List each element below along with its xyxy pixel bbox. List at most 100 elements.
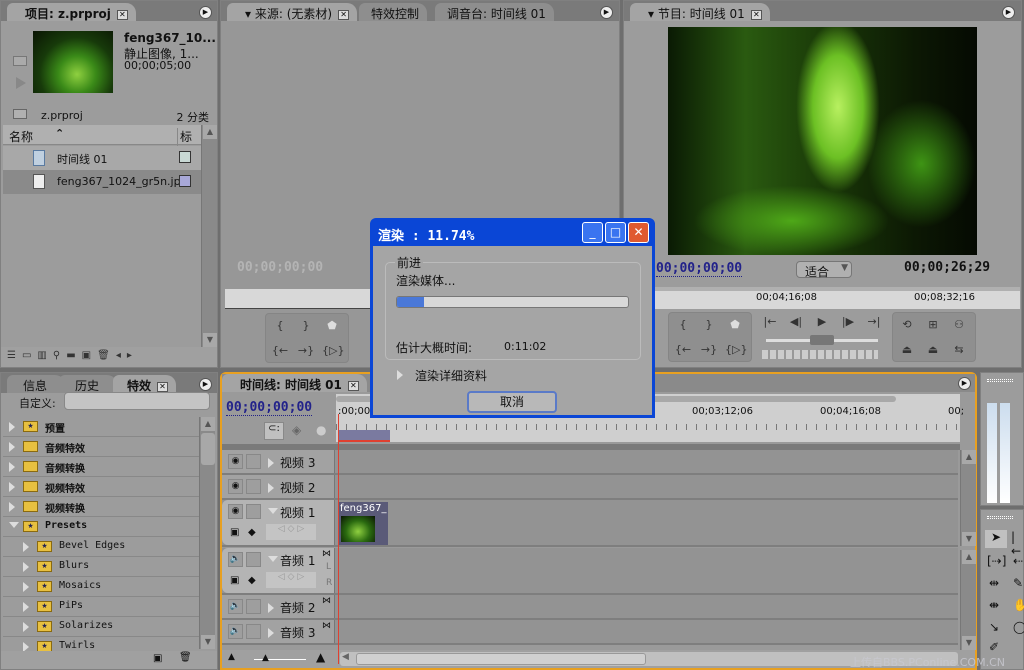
speaker-icon[interactable]: 🔈: [228, 599, 243, 614]
zoom-select[interactable]: 适合 ▼: [796, 261, 852, 279]
effects-tree-item[interactable]: ★ PiPs: [3, 597, 199, 617]
goto-in-icon[interactable]: {←: [673, 343, 693, 356]
goto-in-icon[interactable]: {←: [270, 344, 290, 357]
render-details-toggle[interactable]: 渲染详细资料: [415, 367, 487, 384]
effects-tree-item[interactable]: ★ Solarizes: [3, 617, 199, 637]
effects-tree-item[interactable]: 视频特效: [3, 477, 199, 497]
speaker-icon[interactable]: 🔈: [228, 624, 243, 639]
tab-project[interactable]: 项目: z.prproj ✕: [7, 3, 136, 21]
new-item-icon[interactable]: ▣: [82, 350, 97, 361]
effects-tree-item[interactable]: 音频特效: [3, 437, 199, 457]
panel-menu-button[interactable]: ▶: [600, 6, 613, 19]
tab-source[interactable]: ▾ 来源: (无素材) ✕: [227, 3, 358, 21]
step-forward-icon[interactable]: |▶: [838, 315, 858, 328]
timeline-track[interactable]: ◉ 视频 1 ▣ ◆ ◁ ◇ ▷: [222, 500, 958, 547]
program-timecode[interactable]: 00;00;00;00: [656, 261, 743, 277]
close-icon[interactable]: ✕: [347, 380, 359, 391]
expanded-triangle-icon[interactable]: [268, 508, 278, 514]
close-icon[interactable]: ✕: [157, 381, 169, 392]
mark-in-icon[interactable]: {: [673, 318, 693, 331]
maximize-button[interactable]: □: [605, 222, 626, 243]
eye-icon[interactable]: ◉: [228, 454, 243, 469]
playhead[interactable]: [338, 414, 339, 664]
panel-menu-button[interactable]: ▶: [958, 377, 971, 390]
set-encore-marker-icon[interactable]: ●: [316, 423, 326, 437]
tab-timeline[interactable]: 时间线: 时间线 01 ✕: [222, 374, 367, 392]
zoom-out-icon[interactable]: ▲: [228, 652, 235, 662]
loop-icon[interactable]: ⟲: [897, 318, 917, 331]
minimize-button[interactable]: _: [582, 222, 603, 243]
collapsed-triangle-icon[interactable]: [268, 603, 274, 613]
scroll-thumb[interactable]: [356, 653, 646, 665]
effects-tree-item[interactable]: ★ Mosaics: [3, 577, 199, 597]
collapsed-triangle-icon[interactable]: [23, 602, 29, 612]
collapsed-triangle-icon[interactable]: [23, 582, 29, 592]
play-in-out-icon[interactable]: {▷}: [322, 344, 344, 357]
collapsed-triangle-icon[interactable]: [23, 622, 29, 632]
icon-view-icon[interactable]: ▭: [22, 350, 37, 361]
close-icon[interactable]: ✕: [116, 9, 128, 20]
collapsed-triangle-icon[interactable]: [9, 442, 15, 452]
goto-out-icon[interactable]: →}: [296, 344, 316, 357]
column-name[interactable]: 名称: [9, 128, 33, 145]
tab-audio-mixer[interactable]: 调音台: 时间线 01: [435, 3, 554, 21]
timeline-clip[interactable]: feng367_: [338, 502, 388, 545]
effects-tree-item[interactable]: 视频转换: [3, 497, 199, 517]
work-area-bar[interactable]: [338, 430, 390, 440]
bin-up-icon[interactable]: [13, 109, 27, 119]
timeline-timecode[interactable]: 00;00;00;00: [226, 400, 313, 416]
rolling-edit-tool-icon[interactable]: ⇠: [1013, 554, 1023, 568]
tab-effects[interactable]: 特效 ✕: [113, 375, 177, 393]
razor-tool-icon[interactable]: ✎: [1013, 576, 1023, 590]
collapsed-triangle-icon[interactable]: [268, 628, 274, 638]
jog-wheel[interactable]: [762, 350, 878, 359]
shuttle-handle[interactable]: [810, 335, 834, 345]
slide-tool-icon[interactable]: ✐: [989, 640, 999, 654]
rate-stretch-tool-icon[interactable]: ⇹: [989, 576, 999, 590]
expanded-triangle-icon[interactable]: [268, 556, 278, 562]
panel-menu-button[interactable]: ▶: [199, 6, 212, 19]
goto-out-icon[interactable]: →}: [699, 343, 719, 356]
step-back-icon[interactable]: ◀|: [786, 315, 806, 328]
new-custom-bin-icon[interactable]: ▣: [153, 653, 162, 664]
effects-scrollbar[interactable]: ▲ ▼: [199, 417, 215, 649]
effects-tree-item[interactable]: ★ 预置: [3, 417, 199, 437]
delete-icon[interactable]: 🗑: [97, 350, 116, 361]
play-icon[interactable]: ▶: [812, 315, 832, 328]
automate-icon[interactable]: ▥: [37, 350, 52, 361]
list-view-icon[interactable]: ☰: [7, 350, 22, 361]
hand-tool-icon[interactable]: ✋: [1013, 598, 1024, 612]
effects-tree-item[interactable]: ★ Presets: [3, 517, 199, 537]
close-icon[interactable]: ✕: [338, 9, 350, 20]
source-timecode[interactable]: 00;00;00;00: [237, 260, 323, 275]
collapsed-triangle-icon[interactable]: [23, 562, 29, 572]
collapsed-triangle-icon[interactable]: [23, 542, 29, 552]
scroll-thumb[interactable]: [201, 433, 215, 465]
panel-menu-button[interactable]: ▶: [1002, 6, 1015, 19]
lock-toggle[interactable]: [246, 599, 261, 614]
project-item-row[interactable]: feng367_1024_gr5n.jpg: [3, 170, 201, 194]
shuttle-slider[interactable]: [766, 335, 878, 345]
trim-icon[interactable]: ⇆: [949, 343, 969, 356]
audio-scrollbar[interactable]: ▲ ▼: [960, 550, 976, 650]
program-ruler[interactable]: 00;04;16;08 00;08;32;16: [652, 287, 1020, 309]
keyframe-nav[interactable]: ◁ ◇ ▷: [266, 572, 316, 588]
new-bin-icon[interactable]: ▬: [66, 350, 81, 361]
expand-details-icon[interactable]: [397, 370, 403, 380]
zoom-slider[interactable]: ▲: [254, 653, 306, 663]
keyframe-icon[interactable]: ◆: [248, 527, 256, 538]
timeline-track[interactable]: ◉ 视频 2: [222, 475, 958, 500]
effects-tree-item[interactable]: ★ Blurs: [3, 557, 199, 577]
waveform-icon[interactable]: ▣: [230, 575, 239, 586]
project-scrollbar[interactable]: ▲ ▼: [201, 125, 217, 347]
extract-icon[interactable]: ⏏: [923, 343, 943, 356]
zoom-tool-icon[interactable]: ◯: [1013, 620, 1024, 634]
goto-out-point-icon[interactable]: →|: [864, 315, 884, 328]
zoom-handle[interactable]: ▲: [262, 653, 269, 663]
timeline-track[interactable]: ◉ 视频 3: [222, 450, 958, 475]
keyframe-icon[interactable]: ◆: [248, 575, 256, 586]
play-thumbnail-icon[interactable]: [16, 77, 26, 89]
collapsed-triangle-icon[interactable]: [268, 483, 274, 493]
cancel-button[interactable]: 取消: [467, 391, 557, 413]
project-item-row[interactable]: 时间线 01: [3, 146, 201, 170]
